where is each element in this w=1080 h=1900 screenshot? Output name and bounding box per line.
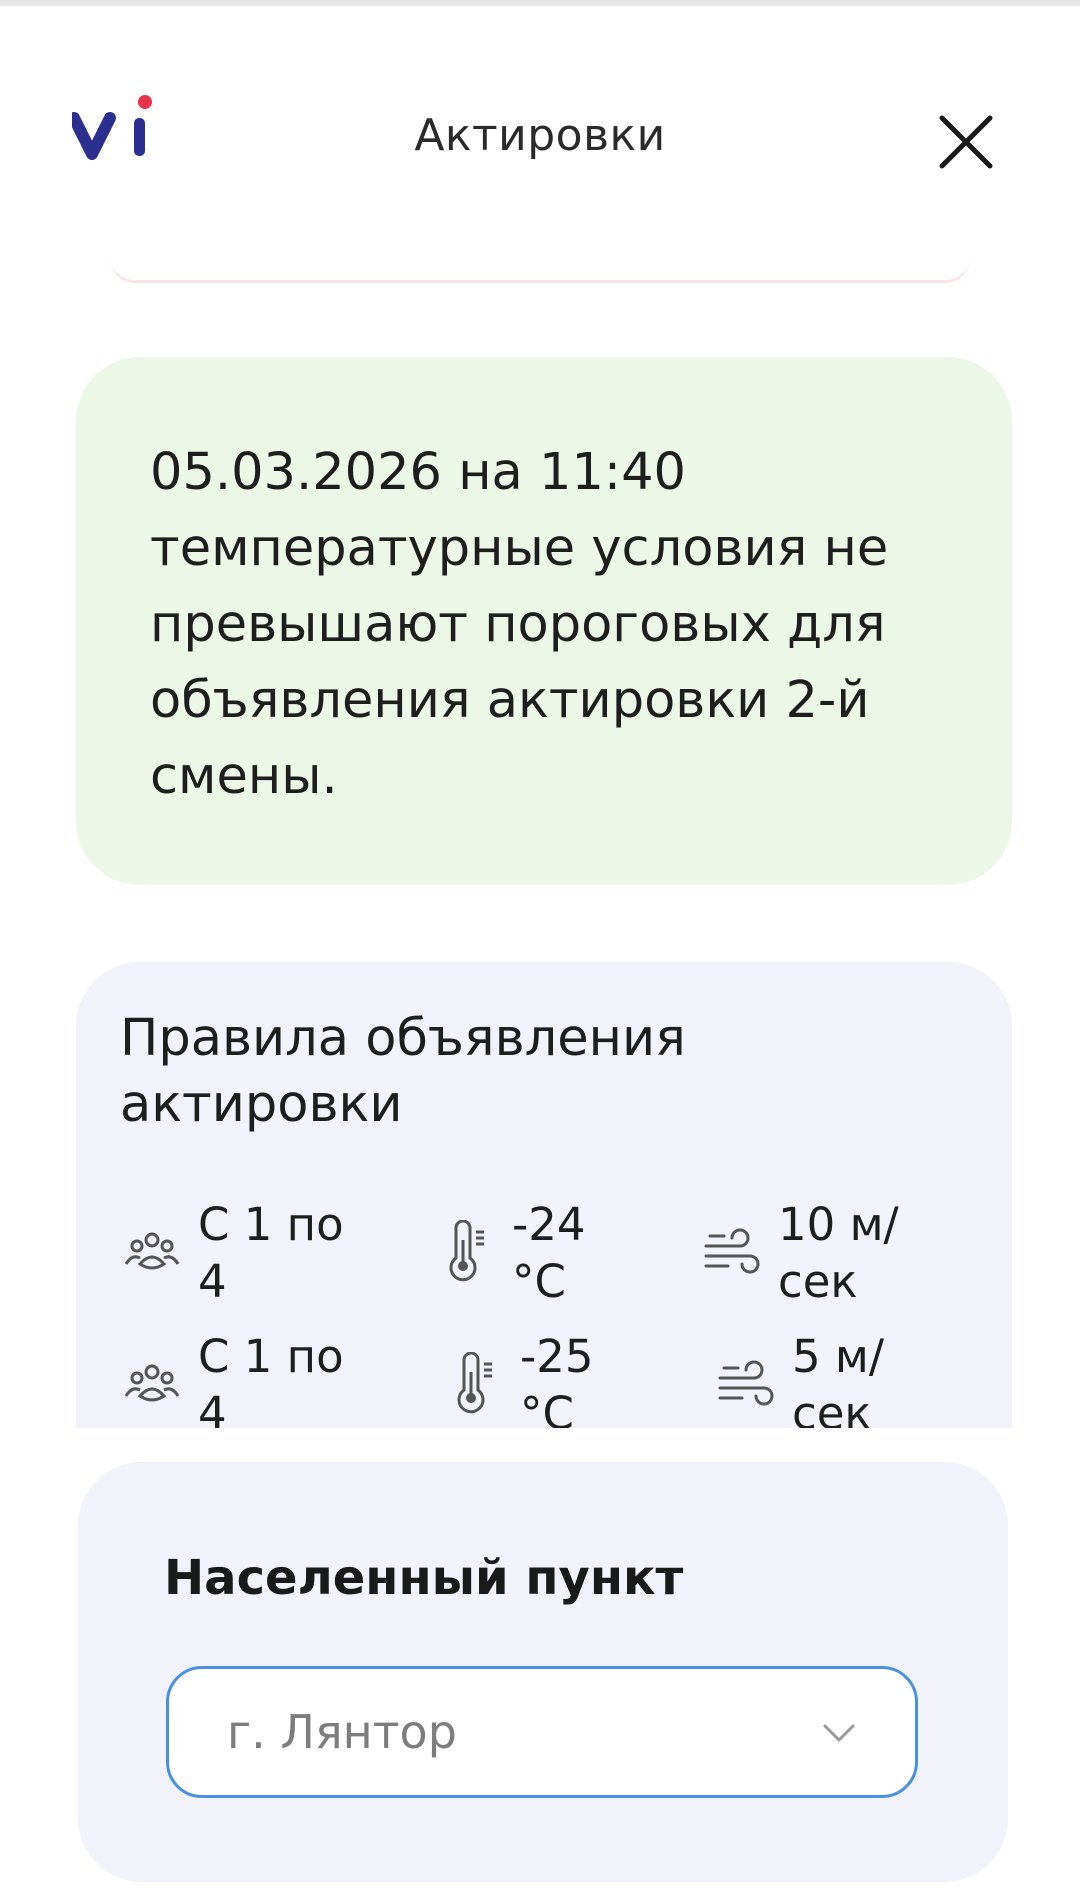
status-message: 05.03.2026 на 11:40 температурные услови… [150,443,889,806]
rule-grades-value: С 1 по 4 [198,1198,344,1308]
previous-card-edge [110,258,970,283]
wind-icon [704,1228,760,1274]
chevron-down-icon [823,1724,855,1742]
close-icon[interactable] [936,112,996,172]
rule-wind: 5 м/ сек [714,1328,964,1428]
people-group-icon [124,1232,180,1270]
page-title: Актировки [414,110,666,161]
rule-grades-value: С 1 по 4 [198,1330,344,1428]
top-divider [0,0,1080,6]
rule-wind-value: 5 м/ сек [792,1330,885,1428]
settlement-select[interactable]: г. Лянтор [166,1666,918,1798]
rule-wind-value: 10 м/ сек [778,1198,899,1308]
rule-wind: 10 м/ сек [700,1196,950,1316]
rule-temperature: -25 °C [442,1328,692,1428]
actirovki-screen: Актировки 05.03.2026 на 11:40 температур… [0,0,1080,1900]
rule-temperature: -24 °C [434,1196,684,1316]
status-card: 05.03.2026 на 11:40 температурные услови… [76,357,1012,885]
settlement-card: Населенный пункт г. Лянтор [78,1462,1008,1882]
rule-grades: С 1 по 4 [120,1196,370,1316]
rule-temperature-value: -25 °C [520,1330,594,1428]
rule-grades: С 1 по 4 [120,1328,370,1428]
rules-title: Правила объявления актировки [120,1009,686,1134]
thermometer-icon [457,1352,492,1414]
people-group-icon [124,1364,180,1402]
rules-card: Правила объявления актировки С 1 по 4 -2… [76,962,1012,1428]
settlement-label: Населенный пункт [164,1550,684,1606]
settlement-selected-value: г. Лянтор [227,1705,457,1759]
rule-temperature-value: -24 °C [512,1198,586,1308]
wind-icon [718,1360,774,1406]
thermometer-icon [449,1220,484,1282]
